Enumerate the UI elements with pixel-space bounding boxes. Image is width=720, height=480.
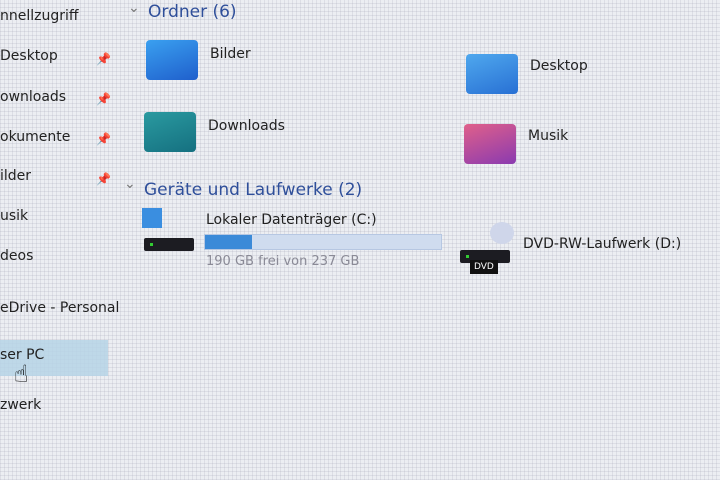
pin-icon: 📌 <box>96 52 111 66</box>
folder-desktop[interactable]: Desktop <box>466 54 588 94</box>
pin-icon: 📌 <box>96 172 111 186</box>
nav-network[interactable]: zwerk <box>0 397 41 413</box>
folder-label: Bilder <box>210 46 251 62</box>
nav-onedrive[interactable]: eDrive - Personal <box>0 300 119 316</box>
nav-pictures[interactable]: ilder <box>0 168 31 184</box>
drive-c-name: Lokaler Datenträger (C:) <box>206 212 377 228</box>
hard-drive-icon <box>144 238 194 251</box>
windows-logo-icon <box>142 208 162 228</box>
nav-downloads[interactable]: ownloads <box>0 89 66 105</box>
folder-musik[interactable]: Musik <box>464 124 568 164</box>
drive-d-name: DVD-RW-Laufwerk (D:) <box>523 236 682 252</box>
section-header-drives[interactable]: Geräte und Laufwerke (2) <box>144 180 362 200</box>
chevron-down-icon[interactable]: ⌄ <box>128 0 140 16</box>
disc-icon <box>490 222 514 244</box>
desktop-folder-icon <box>466 54 518 94</box>
folder-downloads[interactable]: Downloads <box>144 112 285 152</box>
folder-bilder[interactable]: Bilder <box>146 40 251 80</box>
nav-desktop[interactable]: Desktop <box>0 48 58 64</box>
nav-videos[interactable]: deos <box>0 248 33 264</box>
nav-music[interactable]: usik <box>0 208 28 224</box>
section-header-folders[interactable]: Ordner (6) <box>148 2 237 22</box>
folder-label: Desktop <box>530 58 588 74</box>
chevron-down-icon[interactable]: ⌄ <box>124 176 136 192</box>
nav-documents[interactable]: okumente <box>0 129 70 145</box>
music-folder-icon <box>464 124 516 164</box>
drive-c-free-space: 190 GB frei von 237 GB <box>206 254 360 269</box>
folder-label: Downloads <box>208 118 285 134</box>
downloads-folder-icon <box>144 112 196 152</box>
hand-cursor-icon: ☝ <box>14 360 29 388</box>
drive-c-usage-bar <box>204 234 442 250</box>
nav-quick-access[interactable]: nnellzugriff <box>0 8 79 24</box>
pictures-folder-icon <box>146 40 198 80</box>
dvd-badge: DVD <box>470 260 498 274</box>
pin-icon: 📌 <box>96 92 111 106</box>
folder-label: Musik <box>528 128 569 144</box>
pin-icon: 📌 <box>96 132 111 146</box>
